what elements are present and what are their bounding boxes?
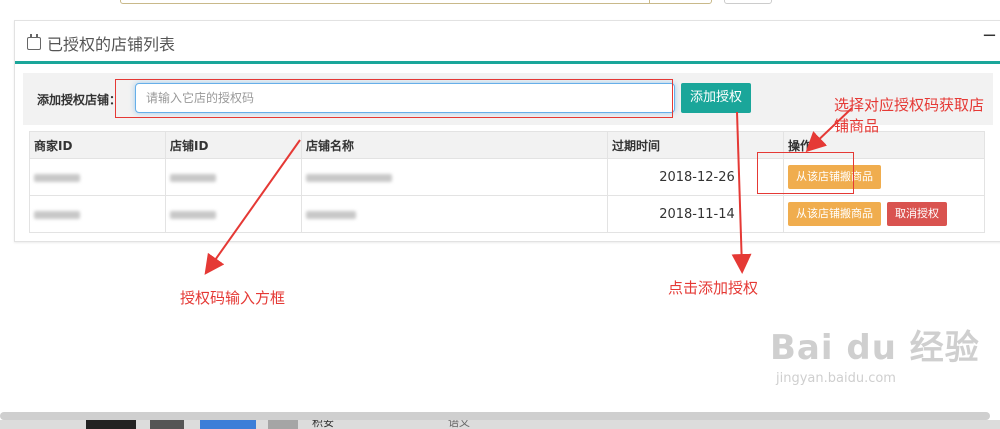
- merchant-id-cell: [29, 195, 166, 233]
- taskbar-thumbnail[interactable]: [86, 420, 136, 429]
- watermark-url: jingyan.baidu.com: [776, 371, 896, 386]
- cancel-authorization-button[interactable]: 取消授权: [887, 202, 947, 226]
- redacted-text: [34, 210, 80, 219]
- shop-id-cell: [165, 195, 302, 233]
- redacted-text: [170, 210, 216, 219]
- add-shop-label: 添加授权店铺：: [37, 93, 122, 107]
- collapse-icon[interactable]: −: [982, 25, 997, 46]
- taskbar-thumbnail[interactable]: [150, 420, 184, 429]
- taskbar-thumbnail[interactable]: [268, 420, 298, 429]
- mail-icon[interactable]: [200, 420, 256, 429]
- redacted-text: [306, 173, 392, 182]
- baidu-watermark: Bai du 经验 jingyan.baidu.com: [770, 320, 980, 386]
- add-authorization-button[interactable]: 添加授权: [681, 83, 751, 113]
- copy-goods-button[interactable]: 从该店铺搬商品: [788, 202, 881, 226]
- taskbar-item-label[interactable]: 语义: [448, 420, 470, 429]
- input-highlight-box: [115, 79, 673, 118]
- top-toolbar-strip: [0, 0, 1000, 10]
- redacted-text: [34, 173, 80, 182]
- panel-title-text: 已授权的店铺列表: [47, 35, 176, 54]
- actions-cell: 从该店铺搬商品 取消授权: [783, 195, 985, 233]
- shop-name-cell: [301, 158, 608, 196]
- add-annotation: 点击添加授权: [668, 279, 759, 297]
- horizontal-scrollbar[interactable]: [0, 412, 990, 420]
- top-button[interactable]: [724, 0, 772, 4]
- redacted-text: [306, 210, 356, 219]
- select-annotation-line2: 铺商品: [834, 117, 880, 135]
- panel-title: 已授权的店铺列表: [27, 31, 175, 55]
- expiry-cell: 2018-11-14: [607, 195, 784, 233]
- button-highlight-box: [757, 152, 854, 194]
- panel-header: 已授权的店铺列表 −: [15, 21, 1000, 64]
- taskbar: 积安 语义: [0, 420, 1000, 429]
- watermark-logo: Bai du 经验: [770, 328, 980, 368]
- header-shop-id: 店铺ID: [165, 131, 302, 159]
- shop-name-cell: [301, 195, 608, 233]
- table-row: 2018-11-14 从该店铺搬商品 取消授权: [29, 195, 985, 233]
- merchant-id-cell: [29, 158, 166, 196]
- top-search-input[interactable]: [120, 0, 712, 4]
- header-merchant-id: 商家ID: [29, 131, 166, 159]
- input-annotation: 授权码输入方框: [180, 289, 286, 307]
- shop-id-cell: [165, 158, 302, 196]
- header-shop-name: 店铺名称: [301, 131, 608, 159]
- select-annotation-line1: 选择对应授权码获取店: [834, 96, 985, 114]
- taskbar-item-label[interactable]: 积安: [312, 420, 334, 429]
- calendar-icon: [27, 33, 41, 50]
- redacted-text: [170, 173, 216, 182]
